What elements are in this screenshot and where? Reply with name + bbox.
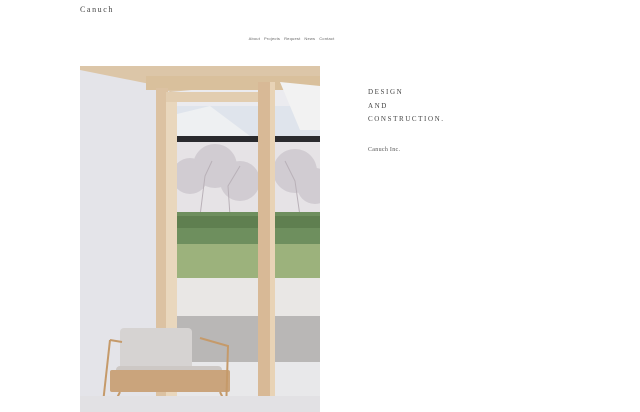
nav-item-contact[interactable]: Contact	[319, 36, 334, 41]
nav-item-about[interactable]: About	[249, 36, 260, 41]
nav-item-news[interactable]: News	[304, 36, 315, 41]
hero-illustration	[80, 66, 320, 412]
headline-line-1: DESIGN	[368, 88, 404, 96]
hero-photo	[80, 66, 320, 412]
page: Canuch About Projects Request News Conta…	[0, 0, 640, 412]
nav-item-projects[interactable]: Projects	[264, 36, 280, 41]
main-nav: About Projects Request News Contact	[0, 36, 583, 41]
brand-logo[interactable]: Canuch	[80, 5, 114, 14]
company-name: Canuch Inc.	[368, 147, 401, 153]
headline-line-3: CONSTRUCTION.	[368, 115, 445, 123]
headline-line-2: AND	[368, 101, 388, 110]
nav-item-request[interactable]: Request	[284, 36, 300, 41]
headline: DESIGN AND CONSTRUCTION.	[368, 86, 445, 127]
